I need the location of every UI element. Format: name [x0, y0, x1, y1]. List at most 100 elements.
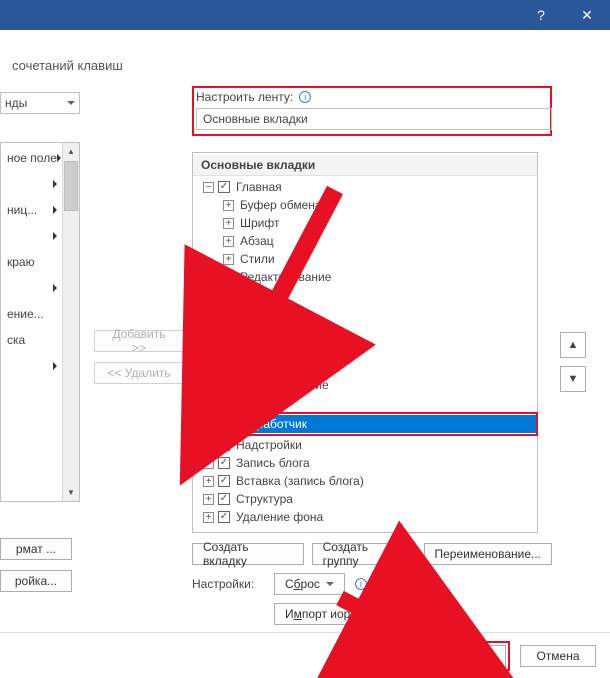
expand-icon[interactable]: +: [203, 440, 214, 451]
commands-combo[interactable]: нды: [0, 92, 80, 114]
expand-icon[interactable]: +: [203, 380, 214, 391]
checkbox[interactable]: ✓: [218, 397, 230, 409]
tree-node[interactable]: +✓Рецензирование: [193, 376, 537, 394]
reorder-buttons: ▲ ▼: [560, 332, 586, 392]
tree-node[interactable]: +✓Дизайн: [193, 304, 537, 322]
cancel-button[interactable]: Отмена: [520, 645, 596, 667]
left-column: нды ное поле ниц... краю ение... ска ▲ ▼…: [0, 92, 80, 592]
highlight-box-ok: OK: [426, 641, 510, 671]
setup-button[interactable]: ройка...: [0, 570, 72, 592]
ok-button[interactable]: OK: [430, 645, 506, 667]
reset-button[interactable]: Сброс: [274, 573, 345, 595]
checkbox[interactable]: ✓: [218, 325, 230, 337]
expand-icon[interactable]: +: [203, 476, 214, 487]
expand-icon[interactable]: +: [203, 326, 214, 337]
submenu-icon: [53, 284, 57, 292]
expand-icon[interactable]: +: [203, 344, 214, 355]
expand-icon[interactable]: +: [203, 494, 214, 505]
expand-icon[interactable]: +: [203, 290, 214, 301]
expand-icon[interactable]: +: [223, 272, 234, 283]
collapse-icon[interactable]: −: [203, 182, 214, 193]
tree-node[interactable]: +✓Вставка: [193, 286, 537, 304]
submenu-icon: [53, 232, 57, 240]
checkbox[interactable]: ✓: [218, 493, 230, 505]
expand-icon[interactable]: +: [203, 458, 214, 469]
remove-button[interactable]: << Удалить: [94, 362, 184, 384]
info-icon[interactable]: i: [355, 578, 367, 590]
tree-node[interactable]: +✓Удаление фона: [193, 508, 537, 526]
checkbox[interactable]: ✓: [218, 475, 230, 487]
chevron-down-icon: [362, 612, 370, 616]
rename-button[interactable]: Переименование...: [424, 543, 553, 565]
tree-node[interactable]: +✓Структура: [193, 490, 537, 508]
new-tab-button[interactable]: Создать вкладку: [192, 543, 304, 565]
tree-node[interactable]: +Буфер обмена: [193, 196, 537, 214]
new-group-button[interactable]: Создать группу: [312, 543, 416, 565]
page-title: сочетаний клавиш: [12, 58, 598, 73]
scroll-thumb[interactable]: [64, 161, 78, 211]
import-export-button[interactable]: Импорт и орт: [274, 603, 381, 625]
tree-node-developer[interactable]: +✓Разработчик: [194, 415, 536, 433]
add-button[interactable]: Добавить >>: [94, 330, 184, 352]
tree-node[interactable]: +Абзац: [193, 232, 537, 250]
tree-node[interactable]: +Стили: [193, 250, 537, 268]
tree-node[interactable]: +✓Запись блога: [193, 454, 537, 472]
submenu-icon: [53, 206, 57, 214]
scrollbar[interactable]: ▲ ▼: [62, 143, 79, 501]
expand-icon[interactable]: +: [204, 419, 215, 430]
tree-node[interactable]: +✓Надстройки: [193, 436, 537, 454]
tree-node[interactable]: +✓Вставка (запись блога): [193, 472, 537, 490]
help-button[interactable]: ?: [518, 0, 564, 30]
move-down-button[interactable]: ▼: [560, 366, 586, 392]
settings-label: Настройки:: [192, 577, 266, 591]
expand-icon[interactable]: +: [223, 200, 234, 211]
checkbox[interactable]: ✓: [218, 343, 230, 355]
expand-icon[interactable]: +: [203, 512, 214, 523]
tree-node[interactable]: +Шрифт: [193, 214, 537, 232]
chevron-down-icon: [326, 582, 334, 586]
move-up-button[interactable]: ▲: [560, 332, 586, 358]
commands-listbox[interactable]: ное поле ниц... краю ение... ска ▲ ▼: [0, 142, 80, 502]
format-button[interactable]: рмат ...: [0, 538, 72, 560]
submenu-icon: [53, 362, 57, 370]
checkbox[interactable]: ✓: [218, 439, 230, 451]
ribbon-tree[interactable]: Основные вкладки − ✓ Главная +Буфер обме…: [192, 152, 538, 533]
checkbox[interactable]: ✓: [218, 379, 230, 391]
checkbox[interactable]: ✓: [218, 457, 230, 469]
expand-icon[interactable]: +: [223, 218, 234, 229]
close-button[interactable]: ✕: [564, 0, 610, 30]
tree-header: Основные вкладки: [193, 155, 537, 176]
tree-node[interactable]: +Редактирование: [193, 268, 537, 286]
info-icon[interactable]: i: [391, 608, 403, 620]
expand-icon[interactable]: +: [203, 308, 214, 319]
scroll-up-icon[interactable]: ▲: [63, 143, 79, 160]
tree-node[interactable]: +✓Рассылки: [193, 358, 537, 376]
tree-node[interactable]: +✓Макет: [193, 322, 537, 340]
info-icon[interactable]: i: [299, 91, 311, 103]
transfer-buttons: Добавить >> << Удалить: [94, 330, 184, 384]
scroll-down-icon[interactable]: ▼: [63, 484, 79, 501]
checkbox[interactable]: ✓: [218, 307, 230, 319]
checkbox[interactable]: ✓: [219, 418, 231, 430]
chevron-down-icon: [67, 101, 75, 105]
right-column: Настроить ленту: i Основные вкладки Осно…: [192, 86, 552, 625]
checkbox[interactable]: ✓: [218, 511, 230, 523]
checkbox[interactable]: ✓: [218, 181, 230, 193]
ribbon-combo[interactable]: Основные вкладки: [196, 108, 552, 130]
tree-node[interactable]: +✓Ссылки: [193, 340, 537, 358]
tree-node[interactable]: +✓Вид: [193, 394, 537, 412]
expand-icon[interactable]: +: [203, 362, 214, 373]
submenu-icon: [53, 180, 57, 188]
dialog-footer: OK Отмена: [0, 632, 610, 678]
tree-actions: Создать вкладку Создать группу Переимено…: [192, 543, 552, 625]
tree-node-main[interactable]: − ✓ Главная: [193, 178, 537, 196]
expand-icon[interactable]: +: [223, 236, 234, 247]
highlight-box-developer: +✓Разработчик: [192, 412, 538, 436]
customize-ribbon-label: Настроить ленту:: [196, 90, 293, 104]
expand-icon[interactable]: +: [223, 254, 234, 265]
checkbox[interactable]: ✓: [218, 361, 230, 373]
expand-icon[interactable]: +: [203, 398, 214, 409]
tree-node-label: Главная: [236, 180, 282, 194]
highlight-box-combo: Настроить ленту: i Основные вкладки: [192, 86, 552, 136]
checkbox[interactable]: ✓: [218, 289, 230, 301]
